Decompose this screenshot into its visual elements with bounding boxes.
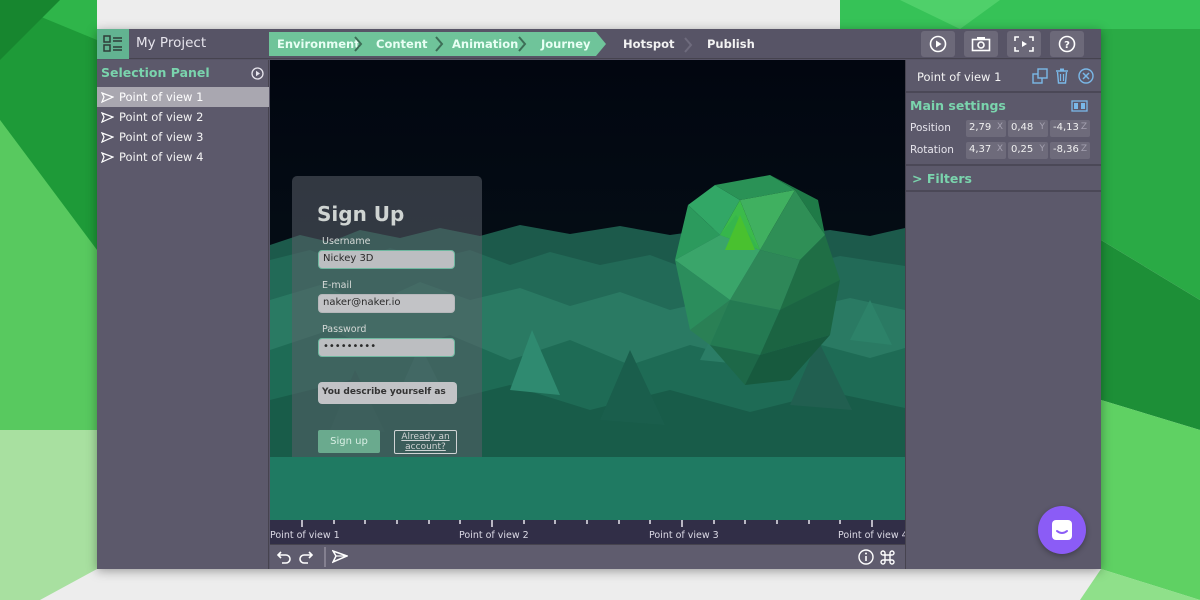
scene-viewport[interactable]: Sign Up Username Nickey 3D E-mail naker@… bbox=[270, 60, 905, 457]
workflow-steps: Environment Content Animation Journey bbox=[269, 32, 606, 56]
list-item-label: Point of view 2 bbox=[119, 110, 204, 124]
journey-timeline[interactable]: Point of view 1 Point of view 2 Point of… bbox=[270, 520, 908, 544]
divider-icon bbox=[324, 547, 326, 567]
undo-icon[interactable] bbox=[276, 549, 292, 565]
chevron-right-icon bbox=[684, 37, 693, 53]
paper-plane-icon bbox=[101, 111, 114, 123]
list-item-label: Point of view 1 bbox=[119, 90, 204, 104]
paper-plane-icon bbox=[101, 131, 114, 143]
password-label: Password bbox=[322, 324, 367, 335]
properties-header: Point of view 1 bbox=[906, 60, 1101, 93]
play-icon bbox=[929, 35, 947, 53]
signup-title: Sign Up bbox=[317, 202, 405, 226]
paper-plane-icon bbox=[101, 151, 114, 163]
describe-select[interactable]: You describe yourself as bbox=[318, 382, 457, 404]
menu-button[interactable] bbox=[97, 29, 129, 59]
help-icon: ? bbox=[1058, 35, 1076, 53]
rotation-x-input[interactable]: 4,37 X bbox=[966, 142, 1006, 159]
email-label: E-mail bbox=[322, 280, 352, 291]
selection-panel: Selection Panel Point of view 1 Point of… bbox=[97, 60, 269, 569]
chat-icon bbox=[1052, 520, 1072, 540]
duplicate-icon[interactable] bbox=[1032, 68, 1048, 84]
step-publish[interactable]: Publish bbox=[707, 37, 755, 51]
username-field[interactable]: Nickey 3D bbox=[318, 250, 455, 269]
section-divider bbox=[906, 164, 1101, 166]
layout-settings-icon[interactable] bbox=[1071, 100, 1088, 112]
rotation-z-input[interactable]: -8,36 Z bbox=[1050, 142, 1090, 159]
camera-icon bbox=[971, 37, 991, 52]
position-x-input[interactable]: 2,79 X bbox=[966, 120, 1006, 137]
already-account-link[interactable]: Already an account? bbox=[394, 430, 457, 454]
step-hotspot[interactable]: Hotspot bbox=[623, 37, 675, 51]
help-button[interactable]: ? bbox=[1050, 31, 1084, 57]
chevron-right-icon bbox=[435, 36, 444, 52]
preview-button[interactable] bbox=[1007, 31, 1041, 57]
play-circle-icon[interactable] bbox=[251, 67, 264, 80]
username-label: Username bbox=[322, 236, 371, 247]
timeline-label[interactable]: Point of view 4 bbox=[838, 530, 908, 541]
email-field[interactable]: naker@naker.io bbox=[318, 294, 455, 313]
password-field[interactable]: ••••••••• bbox=[318, 338, 455, 357]
properties-title: Point of view 1 bbox=[917, 70, 1002, 84]
selection-panel-title: Selection Panel bbox=[101, 65, 210, 80]
timeline-label[interactable]: Point of view 2 bbox=[459, 530, 529, 541]
chevron-right-icon bbox=[354, 36, 363, 52]
list-item-label: Point of view 4 bbox=[119, 150, 204, 164]
play-button[interactable] bbox=[921, 31, 955, 57]
paper-plane-icon bbox=[101, 91, 114, 103]
main-settings-title[interactable]: Main settings bbox=[910, 98, 1006, 113]
signup-form-overlay: Sign Up Username Nickey 3D E-mail naker@… bbox=[292, 176, 482, 457]
section-divider bbox=[906, 190, 1101, 192]
timeline-label[interactable]: Point of view 3 bbox=[649, 530, 719, 541]
step-content[interactable]: Content bbox=[376, 37, 428, 51]
properties-panel: Point of view 1 Main settings Position 2… bbox=[905, 60, 1101, 569]
pov-list: Point of view 1 Point of view 2 Point of… bbox=[97, 87, 269, 167]
screenshot-button[interactable] bbox=[964, 31, 998, 57]
position-z-input[interactable]: -4,13 Z bbox=[1050, 120, 1090, 137]
list-item[interactable]: Point of view 2 bbox=[97, 107, 269, 127]
fullscreen-icon bbox=[1014, 36, 1034, 52]
project-name[interactable]: My Project bbox=[136, 35, 206, 51]
chevron-right-icon bbox=[518, 36, 527, 52]
paper-plane-icon[interactable] bbox=[332, 549, 348, 565]
top-bar: My Project Environment Content Animation… bbox=[97, 29, 1101, 59]
close-circle-icon[interactable] bbox=[1078, 68, 1094, 84]
position-y-input[interactable]: 0,48 Y bbox=[1008, 120, 1048, 137]
step-journey[interactable]: Journey bbox=[541, 37, 591, 51]
rotation-label: Rotation bbox=[910, 144, 954, 156]
command-key-icon[interactable] bbox=[879, 549, 896, 566]
trash-icon[interactable] bbox=[1055, 68, 1069, 84]
scene-ground bbox=[270, 457, 905, 520]
step-environment[interactable]: Environment bbox=[277, 37, 360, 51]
step-animation[interactable]: Animation bbox=[452, 37, 518, 51]
rotation-y-input[interactable]: 0,25 Y bbox=[1008, 142, 1048, 159]
filters-toggle[interactable]: > Filters bbox=[912, 171, 972, 186]
timeline-ticks bbox=[301, 520, 873, 527]
list-item[interactable]: Point of view 3 bbox=[97, 127, 269, 147]
info-icon[interactable] bbox=[858, 549, 874, 565]
signup-button[interactable]: Sign up bbox=[318, 430, 380, 453]
redo-icon[interactable] bbox=[298, 549, 314, 565]
list-item[interactable]: Point of view 4 bbox=[97, 147, 269, 167]
grid-menu-icon bbox=[103, 35, 122, 52]
list-item-label: Point of view 3 bbox=[119, 130, 204, 144]
svg-text:?: ? bbox=[1064, 40, 1070, 51]
bottom-toolbar bbox=[270, 544, 905, 569]
chat-launcher-button[interactable] bbox=[1038, 506, 1086, 554]
list-item[interactable]: Point of view 1 bbox=[97, 87, 269, 107]
editor-window: My Project Environment Content Animation… bbox=[97, 29, 1101, 569]
position-label: Position bbox=[910, 122, 951, 134]
timeline-label[interactable]: Point of view 1 bbox=[270, 530, 340, 541]
